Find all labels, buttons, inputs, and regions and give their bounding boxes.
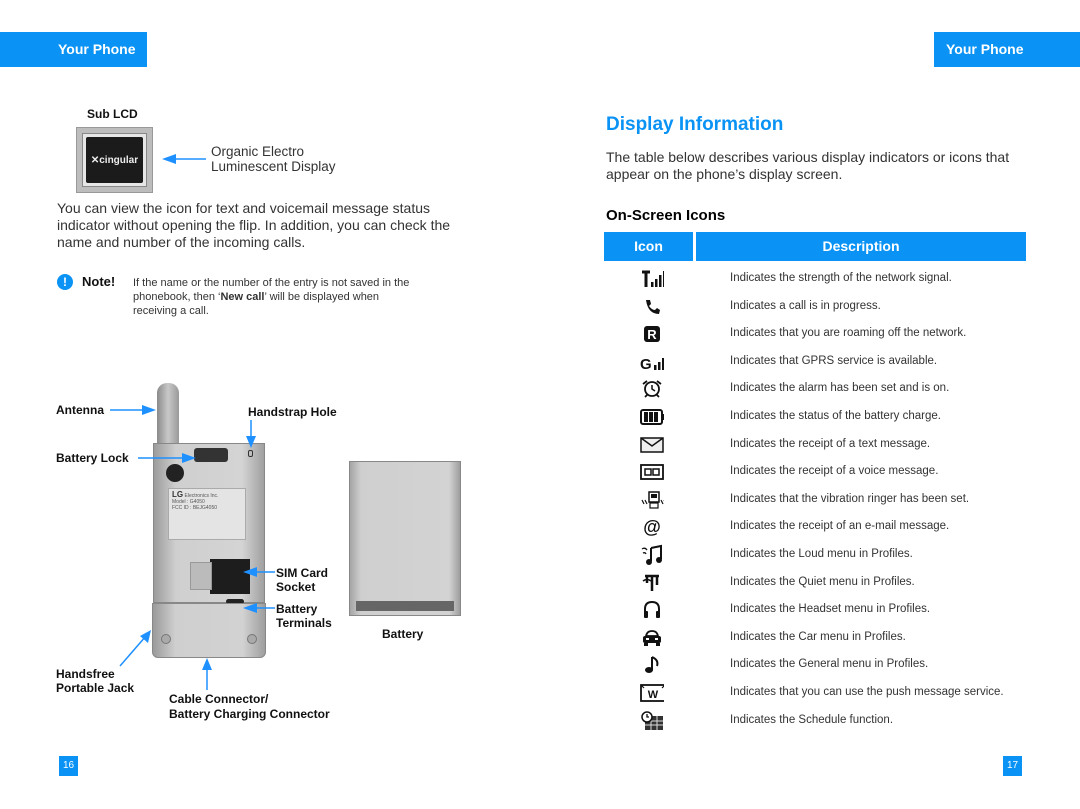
table-row: @ Indicates the receipt of an e-mail mess… [604, 516, 1026, 544]
table-row: Indicates the Schedule function. [604, 710, 1026, 738]
schedule-icon [640, 710, 664, 732]
cable-connector-label: Cable Connector/ Battery Charging Connec… [169, 692, 330, 721]
section-tab-right: Your Phone [934, 32, 1080, 67]
gprs-icon: G [640, 351, 664, 373]
sim-tray-image [190, 562, 212, 590]
antenna-label: Antenna [56, 403, 104, 417]
headset-profile-icon [640, 599, 664, 621]
new-call-text: New call [220, 291, 265, 303]
icon-description: Indicates that the vibration ringer has … [730, 492, 970, 505]
cingular-x-icon: ✕ [90, 154, 100, 166]
table-row: Indicates the strength of the network si… [604, 268, 1026, 296]
antenna-arrow-icon [110, 405, 156, 415]
phone-label-sticker: LG Electronics Inc. Model : G4050 FCC ID… [168, 488, 246, 540]
arrow-left-icon [162, 154, 206, 164]
table-row: G Indicates that GPRS service is availabl… [604, 351, 1026, 379]
handstrap-hole-label: Handstrap Hole [248, 405, 337, 419]
section-title: On-Screen Icons [606, 207, 726, 224]
table-row: Indicates the status of the battery char… [604, 406, 1026, 434]
page-intro: The table below describes various displa… [606, 149, 1010, 182]
icon-description: Indicates the receipt of an e-mail messa… [730, 520, 950, 533]
cingular-logo: ✕cingular [90, 154, 139, 166]
sub-lcd-description: You can view the icon for text and voice… [57, 200, 451, 250]
page-number-left: 16 [59, 756, 78, 776]
battery-label: Battery [382, 627, 424, 641]
general-profile-icon [640, 654, 664, 676]
battery-icon [640, 406, 664, 428]
icon-description: Indicates the receipt of a voice message… [730, 465, 939, 478]
icon-description: Indicates that GPRS service is available… [730, 354, 938, 367]
table-header-icon: Icon [604, 232, 693, 261]
icon-description: Indicates the alarm has been set and is … [730, 382, 950, 395]
page-number-right: 17 [1003, 756, 1022, 776]
phone-body-image: LG Electronics Inc. Model : G4050 FCC ID… [153, 443, 265, 604]
table-row: Indicates the alarm has been set and is … [604, 378, 1026, 406]
sim-socket-arrow-icon [243, 567, 275, 577]
car-profile-icon [640, 627, 664, 649]
note-exclamation-icon: ! [57, 274, 73, 290]
table-row: Indicates a call is in progress. [604, 296, 1026, 324]
battery-lock-image [194, 448, 228, 462]
push-message-icon: W [640, 682, 664, 704]
battery-lock-arrow-icon [138, 453, 196, 463]
table-row: W Indicates that you can use the push mes… [604, 682, 1026, 710]
sub-lcd-label: Sub LCD [87, 107, 138, 121]
icon-description: Indicates the status of the battery char… [730, 410, 941, 422]
icon-description: Indicates the Quiet menu in Profiles. [730, 575, 915, 588]
note-label: Note! [82, 274, 116, 289]
signal-strength-icon [640, 268, 664, 290]
battery-terminals-label: Battery Terminals [276, 602, 332, 630]
icon-description: Indicates the receipt of a text message. [730, 437, 931, 450]
icon-description: Indicates that you are roaming off the n… [730, 327, 967, 340]
table-row: Indicates the General menu in Profiles. [604, 654, 1026, 682]
icon-description: Indicates the Loud menu in Profiles. [730, 548, 913, 560]
svg-text:W: W [648, 689, 659, 701]
text-message-icon [640, 434, 664, 456]
handstrap-arrow-icon [246, 420, 256, 448]
svg-text:G: G [640, 356, 652, 372]
handsfree-arrow-icon [119, 630, 151, 667]
sub-lcd-image: ✕cingular [76, 127, 153, 193]
table-row: Indicates that the vibration ringer has … [604, 489, 1026, 517]
icon-description: Indicates the strength of the network si… [730, 272, 952, 284]
table-header-description: Description [696, 232, 1026, 261]
table-row: Indicates the Quiet menu in Profiles. [604, 572, 1026, 600]
email-icon: @ [640, 516, 664, 538]
vibration-icon [640, 489, 664, 511]
table-row: Indicates the receipt of a text message. [604, 434, 1026, 462]
cable-connector-arrow-icon [202, 658, 212, 690]
svg-text:R: R [647, 327, 657, 342]
battery-image [349, 461, 461, 616]
battery-lock-label: Battery Lock [56, 451, 129, 465]
handstrap-hole-image [248, 450, 253, 457]
battery-terminals-arrow-icon [243, 603, 275, 613]
camera-hole-image [166, 464, 184, 482]
icon-description: Indicates the Schedule function. [730, 713, 894, 726]
section-tab-left: Your Phone [0, 32, 147, 67]
voice-message-icon [640, 461, 664, 483]
icon-description: Indicates a call is in progress. [730, 299, 881, 312]
quiet-profile-icon [640, 572, 664, 594]
call-in-progress-icon [640, 296, 664, 318]
table-row: R Indicates that you are roaming off the … [604, 323, 1026, 351]
page-title: Display Information [606, 114, 784, 135]
roaming-icon: R [640, 323, 664, 345]
note-text: If the name or the number of the entry i… [133, 277, 410, 317]
table-row: Indicates the Car menu in Profiles. [604, 627, 1026, 655]
loud-profile-icon [640, 544, 664, 566]
oled-caption: Organic Electro Luminescent Display [211, 144, 336, 174]
icon-description: Indicates that you can use the push mess… [730, 686, 1004, 698]
table-row: Indicates the Headset menu in Profiles. [604, 599, 1026, 627]
sim-card-socket-label: SIM Card Socket [276, 566, 329, 594]
antenna-image [157, 383, 179, 445]
table-row: Indicates the Loud menu in Profiles. [604, 544, 1026, 572]
alarm-icon [640, 378, 664, 400]
table-row: Indicates the receipt of a voice message… [604, 461, 1026, 489]
icon-description: Indicates the Car menu in Profiles. [730, 630, 906, 643]
icon-description: Indicates the General menu in Profiles. [730, 658, 929, 671]
svg-text:@: @ [643, 517, 661, 537]
handsfree-jack-label: Handsfree Portable Jack [56, 667, 135, 695]
icon-description: Indicates the Headset menu in Profiles. [730, 603, 931, 616]
